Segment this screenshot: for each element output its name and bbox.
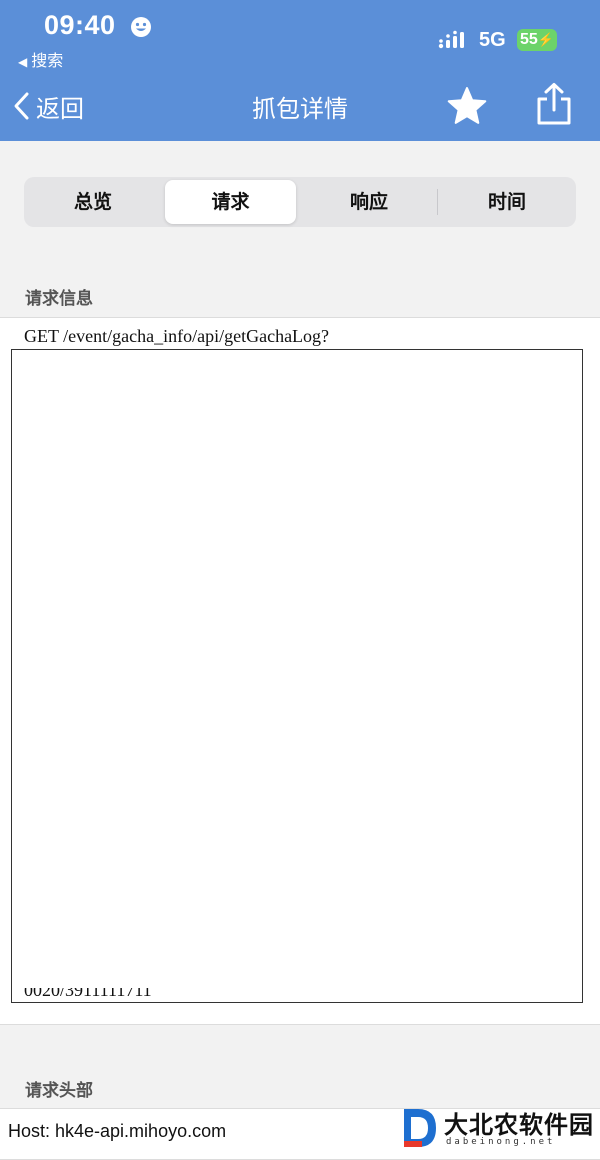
tab-response[interactable]: 响应 bbox=[300, 177, 438, 227]
battery-level: 55 bbox=[520, 31, 538, 48]
watermark-logo bbox=[404, 1109, 436, 1147]
battery-indicator: 55⚡ bbox=[517, 29, 557, 51]
watermark-domain: dabeinong.net bbox=[446, 1137, 556, 1147]
tab-timing[interactable]: 时间 bbox=[438, 177, 576, 227]
host-header-line: Host: hk4e-api.mihoyo.com bbox=[8, 1121, 227, 1141]
request-line-cut: 0020/3911111711 bbox=[24, 988, 152, 999]
top-bar: 09:40 ◀ 搜索 5G 55⚡ 返回 抓包详情 bbox=[0, 0, 600, 141]
request-line: GET /event/gacha_info/api/getGachaLog? bbox=[24, 326, 330, 346]
redacted-area bbox=[11, 349, 583, 1003]
smiley-icon bbox=[131, 17, 151, 37]
charging-bolt-icon: ⚡ bbox=[537, 32, 554, 47]
back-app-label: 搜索 bbox=[31, 51, 64, 70]
tab-overview[interactable]: 总览 bbox=[24, 177, 162, 227]
watermark-name: 大北农软件园 bbox=[444, 1110, 594, 1139]
back-button-label: 返回 bbox=[36, 94, 84, 123]
tab-request[interactable]: 请求 bbox=[165, 180, 296, 224]
signal-icon bbox=[438, 30, 464, 49]
back-triangle-icon: ◀ bbox=[18, 55, 28, 69]
back-to-app-link[interactable]: ◀ 搜索 bbox=[18, 47, 63, 71]
segmented-tabs: 总览 请求 响应 时间 bbox=[24, 177, 576, 227]
star-icon[interactable] bbox=[446, 85, 488, 127]
request-info-panel: GET /event/gacha_info/api/getGachaLog? 0… bbox=[0, 317, 600, 1025]
watermark: 大北农软件园 dabeinong.net bbox=[400, 1105, 600, 1151]
network-type: 5G bbox=[479, 29, 506, 51]
share-icon[interactable] bbox=[534, 82, 574, 126]
chevron-left-icon bbox=[14, 92, 29, 120]
request-headers-header: 请求头部 bbox=[25, 1081, 93, 1101]
request-info-header: 请求信息 bbox=[25, 289, 93, 309]
back-button[interactable]: 返回 bbox=[12, 88, 84, 124]
status-time: 09:40 bbox=[44, 10, 116, 40]
page-title: 抓包详情 bbox=[252, 95, 348, 123]
